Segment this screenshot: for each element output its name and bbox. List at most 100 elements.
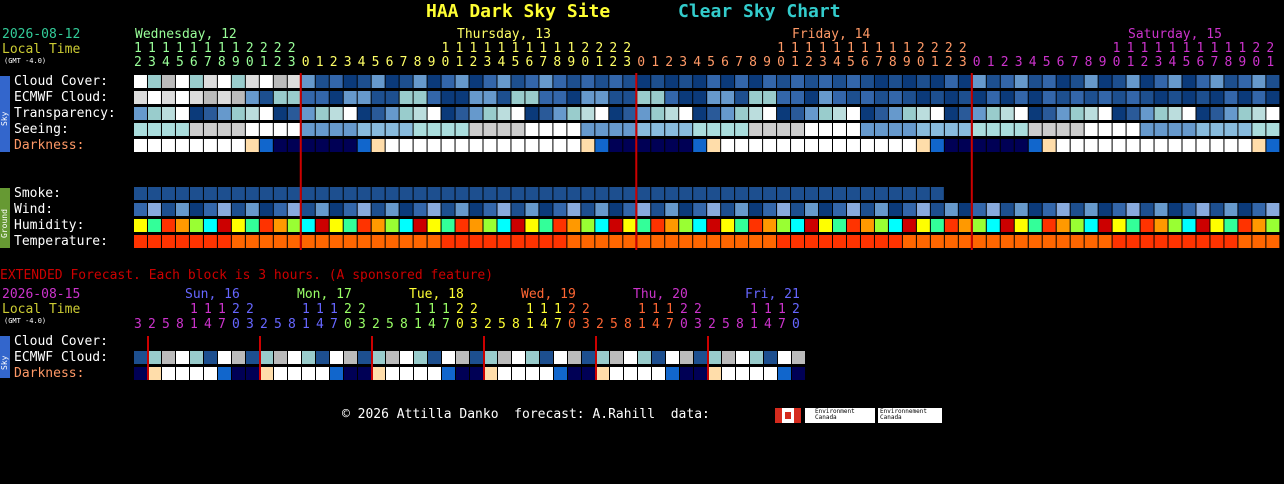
temperature-cell — [888, 235, 902, 248]
temperature-cell — [1112, 235, 1126, 248]
wind-cell — [665, 203, 679, 216]
seeing-cell — [483, 123, 497, 136]
ecmwf-cloud-cell — [930, 91, 944, 104]
cloud-cover-cell — [1000, 75, 1014, 88]
seeing-cell — [1000, 123, 1014, 136]
darkness-cell — [930, 139, 944, 152]
seeing-cell — [189, 123, 203, 136]
extended-ecmwf-cell — [582, 351, 595, 364]
darkness-cell — [1000, 139, 1014, 152]
smoke-cell — [846, 187, 860, 200]
wind-cell — [958, 203, 972, 216]
seeing-cell — [679, 123, 693, 136]
darkness-cell — [273, 139, 287, 152]
transparency-cell — [1042, 107, 1056, 120]
ecmwf-cloud-cell — [203, 91, 217, 104]
humidity-cell — [833, 219, 846, 232]
extended-ecmwf-cell — [400, 351, 413, 364]
ecmwf-cloud-cell — [1210, 91, 1224, 104]
transparency-cell — [623, 107, 637, 120]
transparency-cell — [147, 107, 161, 120]
transparency-cell — [902, 107, 916, 120]
temperature-cell — [1238, 235, 1252, 248]
wind-cell — [553, 203, 567, 216]
temperature-cell — [777, 235, 791, 248]
darkness-cell — [483, 139, 497, 152]
transparency-cell — [343, 107, 357, 120]
smoke-cell — [539, 187, 553, 200]
wind-cell — [1056, 203, 1070, 216]
cloud-cover-cell — [846, 75, 860, 88]
environnement-canada-text: Environnement Canada — [880, 408, 927, 421]
wind-cell — [371, 203, 385, 216]
seeing-cell — [1252, 123, 1266, 136]
seeing-cell — [944, 123, 958, 136]
cloud-cover-cell — [287, 75, 301, 88]
humidity-cell — [1014, 219, 1028, 232]
darkness-cell — [1182, 139, 1196, 152]
cloud-cover-cell — [147, 75, 161, 88]
ecmwf-cloud-cell — [581, 91, 595, 104]
humidity-cell — [483, 219, 497, 232]
transparency-cell — [203, 107, 217, 120]
wind-cell — [315, 203, 329, 216]
wind-cell — [1252, 203, 1266, 216]
darkness-cell — [497, 139, 511, 152]
darkness-cell — [1126, 139, 1140, 152]
darkness-cell — [189, 139, 203, 152]
darkness-cell — [1140, 139, 1154, 152]
wind-cell — [231, 203, 245, 216]
darkness-cell — [301, 139, 315, 152]
wind-cell — [259, 203, 273, 216]
transparency-cell — [329, 107, 343, 120]
transparency-cell — [455, 107, 469, 120]
environment-canada-logo: Environment Canada — [805, 408, 875, 423]
darkness-cell — [161, 139, 175, 152]
extended-darkness-cell — [232, 367, 245, 380]
seeing-cell — [273, 123, 287, 136]
extended-darkness-cell — [778, 367, 791, 380]
temperature-cell — [1070, 235, 1084, 248]
seeing-cell — [1168, 123, 1182, 136]
temperature-cell — [1266, 235, 1280, 248]
temperature-cell — [1098, 235, 1112, 248]
extended-ecmwf-cell — [610, 351, 623, 364]
ecmwf-cloud-cell — [707, 91, 721, 104]
temperature-cell — [539, 235, 553, 248]
seeing-cell — [916, 123, 930, 136]
extended-darkness-cell — [568, 367, 581, 380]
temperature-cell — [147, 235, 161, 248]
darkness-cell — [665, 139, 679, 152]
transparency-cell — [805, 107, 819, 120]
darkness-cell — [441, 139, 455, 152]
wind-cell — [791, 203, 805, 216]
ecmwf-cloud-cell — [902, 91, 916, 104]
humidity-cell — [958, 219, 972, 232]
smoke-cell — [721, 187, 735, 200]
humidity-cell — [888, 219, 902, 232]
cloud-cover-cell — [888, 75, 902, 88]
transparency-cell — [637, 107, 651, 120]
wind-cell — [301, 203, 315, 216]
cloud-cover-cell — [1070, 75, 1084, 88]
transparency-cell — [791, 107, 805, 120]
cloud-cover-cell — [749, 75, 763, 88]
seeing-cell — [1154, 123, 1168, 136]
extended-ecmwf-cell — [428, 351, 441, 364]
wind-cell — [1140, 203, 1154, 216]
humidity-cell — [1266, 219, 1280, 232]
ecmwf-cloud-cell — [343, 91, 357, 104]
wind-cell — [469, 203, 483, 216]
temperature-cell — [986, 235, 1000, 248]
extended-ecmwf-cell — [456, 351, 469, 364]
wind-cell — [693, 203, 707, 216]
seeing-cell — [203, 123, 217, 136]
footer-credit: © 2026 Attilla Danko forecast: A.Rahill … — [342, 407, 710, 422]
temperature-cell — [581, 235, 595, 248]
ecmwf-cloud-cell — [763, 91, 777, 104]
temperature-cell — [1252, 235, 1266, 248]
transparency-cell — [679, 107, 693, 120]
extended-ecmwf-cell — [652, 351, 665, 364]
smoke-cell — [679, 187, 693, 200]
transparency-cell — [161, 107, 175, 120]
